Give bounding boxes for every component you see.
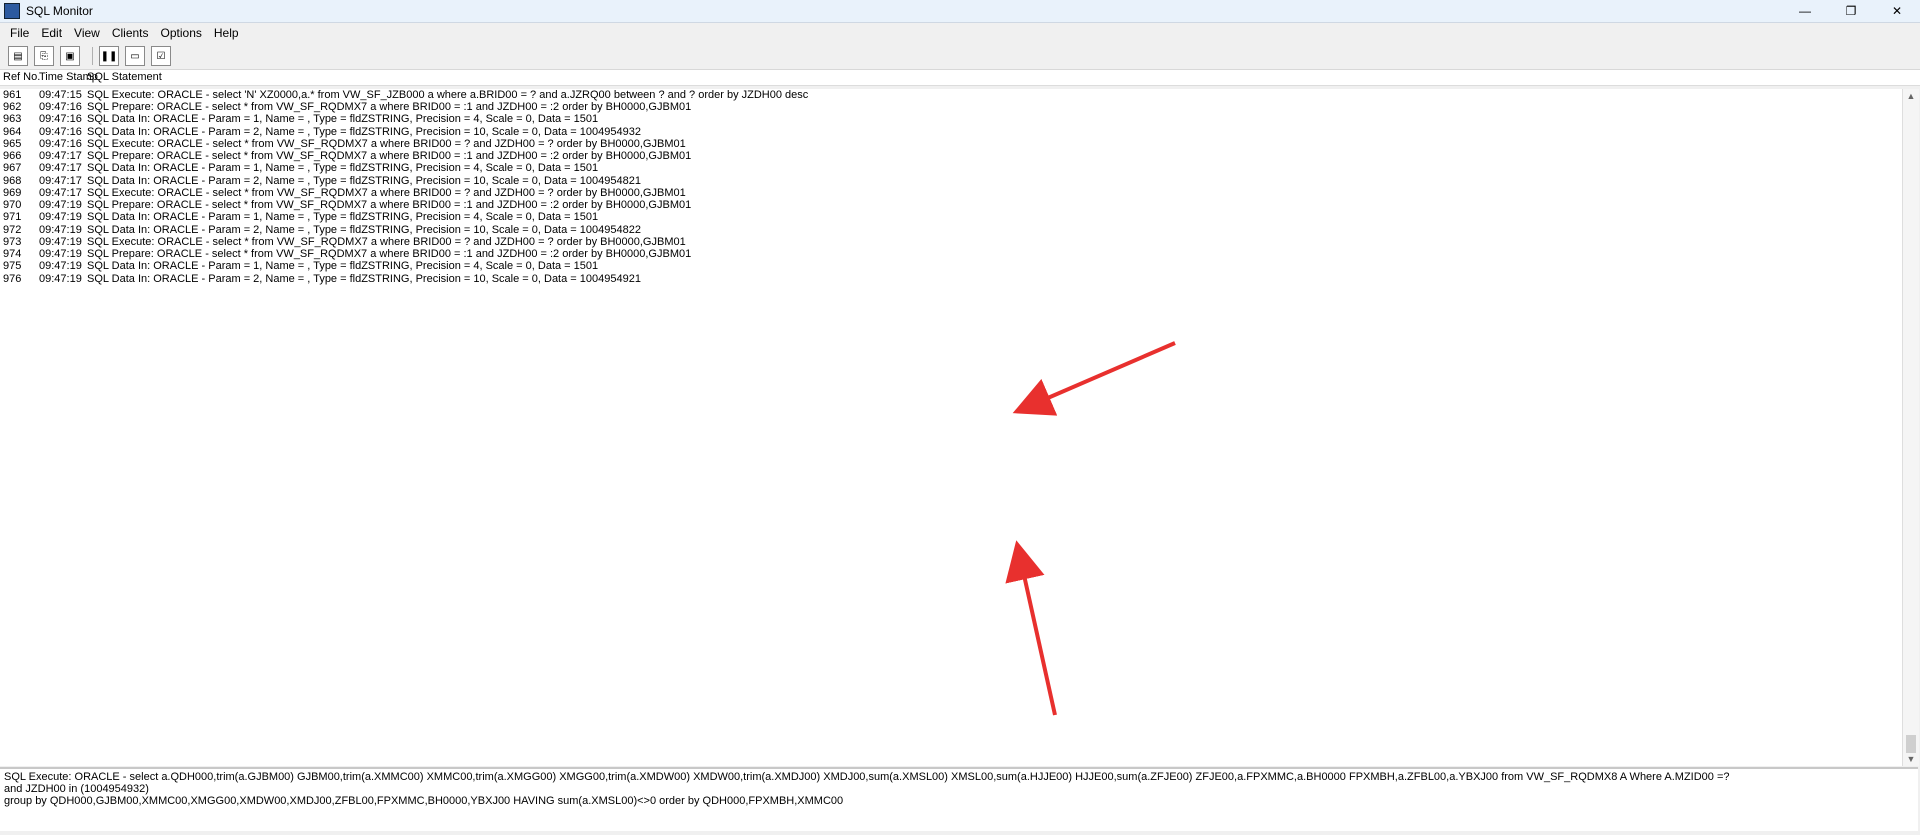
window-icon[interactable]: ▭: [125, 46, 145, 66]
close-button[interactable]: ✕: [1874, 0, 1920, 22]
menu-bar: File Edit View Clients Options Help: [0, 23, 1920, 43]
log-time-cell: 09:47:19: [39, 272, 82, 285]
copy-sheet-icon[interactable]: ▤: [8, 46, 28, 66]
log-time-cell: 09:47:19: [39, 223, 82, 236]
scroll-up-icon[interactable]: ▲: [1903, 89, 1919, 103]
log-row[interactable]: 965 09:47:16 SQL Execute: ORACLE - select …: [0, 138, 1902, 150]
menu-help[interactable]: Help: [208, 26, 245, 40]
log-row[interactable]: 975 09:47:19 SQL Data In: ORACLE - Param =…: [0, 260, 1902, 272]
log-time-cell: 09:47:17: [39, 186, 82, 199]
maximize-button[interactable]: ❐: [1828, 0, 1874, 22]
menu-options[interactable]: Options: [155, 26, 208, 40]
header-stmt[interactable]: SQL Statement: [87, 71, 162, 83]
log-stmt-cell: SQL Prepare: ORACLE - select * from VW_S…: [87, 150, 692, 163]
log-time-cell: 09:47:19: [39, 211, 82, 224]
window-title: SQL Monitor: [26, 4, 93, 18]
log-row[interactable]: 969 09:47:17 SQL Execute: ORACLE - select …: [0, 187, 1902, 199]
log-time-cell: 09:47:17: [39, 150, 82, 163]
log-stmt-cell: SQL Data In: ORACLE - Param = 1, Name = …: [87, 211, 599, 224]
log-row[interactable]: 971 09:47:19 SQL Data In: ORACLE - Param =…: [0, 211, 1902, 223]
log-time-cell: 09:47:17: [39, 174, 82, 187]
minimize-button[interactable]: —: [1782, 0, 1828, 22]
log-stmt-cell: SQL Data In: ORACLE - Param = 2, Name = …: [87, 223, 641, 236]
log-stmt-cell: SQL Data In: ORACLE - Param = 2, Name = …: [87, 125, 641, 138]
log-stmt-cell: SQL Data In: ORACLE - Param = 2, Name = …: [87, 272, 641, 285]
scroll-down-icon[interactable]: ▼: [1903, 752, 1919, 766]
detail-line: group by QDH000,GJBM00,XMMC00,XMGG00,XMD…: [4, 795, 844, 807]
log-list[interactable]: 961 09:47:15 SQL Execute: ORACLE - select …: [0, 89, 1902, 766]
log-time-cell: 09:47:16: [39, 113, 82, 126]
log-stmt-cell: SQL Prepare: ORACLE - select * from VW_S…: [87, 199, 692, 212]
log-stmt-cell: SQL Execute: ORACLE - select * from VW_S…: [87, 235, 686, 248]
toolbar-separator: [92, 47, 93, 65]
detail-line: SQL Execute: ORACLE - select a.QDH000,tr…: [4, 771, 1730, 783]
menu-clients[interactable]: Clients: [106, 26, 155, 40]
vertical-scrollbar[interactable]: ▲ ▼: [1902, 89, 1919, 766]
log-stmt-cell: SQL Prepare: ORACLE - select * from VW_S…: [87, 248, 692, 261]
log-row[interactable]: 968 09:47:17 SQL Data In: ORACLE - Param =…: [0, 175, 1902, 187]
log-stmt-cell: SQL Data In: ORACLE - Param = 1, Name = …: [87, 162, 599, 175]
column-headers: Ref No. Time Stamp SQL Statement: [0, 70, 1920, 86]
log-stmt-cell: SQL Data In: ORACLE - Param = 1, Name = …: [87, 113, 599, 126]
app-icon: [4, 3, 20, 19]
log-row[interactable]: 967 09:47:17 SQL Data In: ORACLE - Param =…: [0, 162, 1902, 174]
log-time-cell: 09:47:16: [39, 125, 82, 138]
log-row[interactable]: 970 09:47:19 SQL Prepare: ORACLE - select …: [0, 199, 1902, 211]
toolbar: ▤ ⎘ ▣ ❚❚ ▭ ☑: [0, 43, 1920, 70]
log-time-cell: 09:47:16: [39, 101, 82, 114]
menu-file[interactable]: File: [4, 26, 35, 40]
image-icon[interactable]: ▣: [60, 46, 80, 66]
title-bar: SQL Monitor — ❐ ✕: [0, 0, 1920, 23]
log-stmt-cell: SQL Execute: ORACLE - select * from VW_S…: [87, 186, 686, 199]
log-time-cell: 09:47:15: [39, 89, 82, 101]
log-row[interactable]: 962 09:47:16 SQL Prepare: ORACLE - select …: [0, 101, 1902, 113]
checklist-icon[interactable]: ☑: [151, 46, 171, 66]
log-time-cell: 09:47:19: [39, 235, 82, 248]
log-time-cell: 09:47:19: [39, 199, 82, 212]
log-row[interactable]: 964 09:47:16 SQL Data In: ORACLE - Param =…: [0, 126, 1902, 138]
header-ref[interactable]: Ref No.: [3, 71, 40, 83]
log-row[interactable]: 974 09:47:19 SQL Prepare: ORACLE - select …: [0, 248, 1902, 260]
log-stmt-cell: SQL Data In: ORACLE - Param = 2, Name = …: [87, 174, 641, 187]
log-stmt-cell: SQL Execute: ORACLE - select * from VW_S…: [87, 137, 686, 150]
log-row[interactable]: 961 09:47:15 SQL Execute: ORACLE - select …: [0, 89, 1902, 101]
log-stmt-cell: SQL Data In: ORACLE - Param = 1, Name = …: [87, 260, 599, 273]
log-time-cell: 09:47:16: [39, 137, 82, 150]
sql-detail-pane[interactable]: SQL Execute: ORACLE - select a.QDH000,tr…: [0, 767, 1918, 831]
log-time-cell: 09:47:19: [39, 260, 82, 273]
log-row[interactable]: 973 09:47:19 SQL Execute: ORACLE - select …: [0, 236, 1902, 248]
log-row[interactable]: 966 09:47:17 SQL Prepare: ORACLE - select …: [0, 150, 1902, 162]
menu-view[interactable]: View: [68, 26, 106, 40]
scroll-thumb[interactable]: [1906, 735, 1916, 753]
log-stmt-cell: SQL Execute: ORACLE - select 'N' XZ0000,…: [87, 89, 809, 101]
menu-edit[interactable]: Edit: [35, 26, 68, 40]
log-stmt-cell: SQL Prepare: ORACLE - select * from VW_S…: [87, 101, 692, 114]
pause-icon[interactable]: ❚❚: [99, 46, 119, 66]
log-time-cell: 09:47:17: [39, 162, 82, 175]
copy-icon[interactable]: ⎘: [34, 46, 54, 66]
log-row[interactable]: 976 09:47:19 SQL Data In: ORACLE - Param =…: [0, 273, 1902, 285]
detail-line: and JZDH00 in (1004954932): [4, 783, 149, 795]
log-time-cell: 09:47:19: [39, 248, 82, 261]
log-row[interactable]: 963 09:47:16 SQL Data In: ORACLE - Param =…: [0, 113, 1902, 125]
log-row[interactable]: 972 09:47:19 SQL Data In: ORACLE - Param =…: [0, 224, 1902, 236]
